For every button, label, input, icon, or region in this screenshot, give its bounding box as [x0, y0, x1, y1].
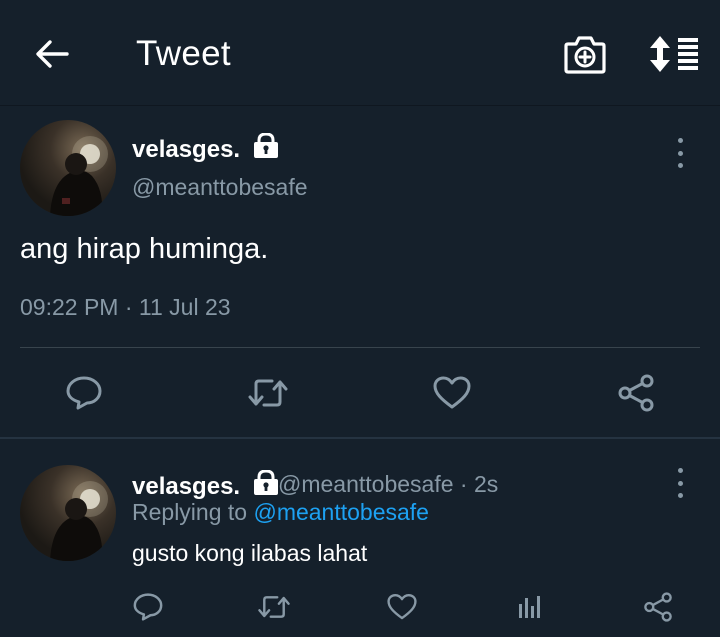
sort-button[interactable] — [648, 34, 700, 74]
reply-analytics-button[interactable] — [510, 590, 550, 624]
like-button[interactable] — [428, 372, 476, 414]
retweet-icon — [258, 596, 290, 618]
share-icon — [618, 374, 654, 412]
heart-icon — [433, 376, 471, 409]
arrow-left-icon — [36, 40, 69, 68]
back-button[interactable] — [30, 34, 74, 74]
share-button[interactable] — [612, 372, 660, 414]
reply-icon — [66, 376, 102, 410]
reply-retweet-button[interactable] — [254, 590, 294, 624]
user-handle[interactable]: @meanttobesafe — [132, 174, 308, 201]
tweet-text: ang hirap huminga. — [20, 233, 269, 265]
lock-icon — [253, 133, 278, 158]
reply-like-button[interactable] — [382, 590, 422, 624]
reply-handle-line: @meanttobesafe · 2s — [278, 471, 498, 498]
dot-icon — [677, 150, 683, 156]
replying-to: Replying to @meanttobesafe — [132, 499, 429, 525]
tweet-menu-button[interactable] — [675, 138, 685, 168]
reply-menu-button[interactable] — [675, 468, 685, 498]
reply-display-name[interactable]: velasges. — [132, 470, 279, 501]
app-header: Tweet — [0, 0, 720, 106]
dot-icon — [677, 163, 683, 168]
page-title: Tweet — [136, 34, 231, 73]
reply-user-handle[interactable]: @meanttobesafe — [278, 471, 454, 497]
reply-icon — [133, 593, 163, 621]
lock-icon — [253, 470, 278, 495]
camera-button[interactable] — [562, 32, 608, 76]
camera-plus-icon — [564, 36, 606, 74]
reply-text: gusto kong ilabas lahat — [132, 540, 368, 566]
reply-share-button[interactable] — [638, 590, 678, 624]
divider — [20, 347, 700, 348]
reply-age: · 2s — [459, 471, 499, 497]
dot-icon — [677, 468, 683, 473]
section-divider — [0, 437, 720, 439]
avatar[interactable] — [20, 120, 116, 216]
reply-avatar[interactable] — [20, 465, 116, 561]
reply-reply-button[interactable] — [128, 590, 168, 624]
replying-to-link[interactable]: @meanttobesafe — [253, 499, 429, 525]
share-icon — [644, 592, 672, 622]
dot-icon — [677, 493, 683, 498]
retweet-icon — [248, 379, 288, 407]
display-name[interactable]: velasges. — [132, 133, 279, 164]
profile-photo — [50, 136, 108, 216]
reply-button[interactable] — [60, 372, 108, 414]
heart-icon — [387, 593, 417, 620]
analytics-icon — [519, 596, 540, 618]
sort-list-icon — [650, 36, 698, 72]
dot-icon — [677, 138, 683, 143]
retweet-button[interactable] — [244, 372, 292, 414]
tweet-timestamp[interactable]: 09:22 PM · 11 Jul 23 — [20, 294, 231, 321]
profile-photo — [50, 481, 108, 561]
dot-icon — [677, 480, 683, 486]
